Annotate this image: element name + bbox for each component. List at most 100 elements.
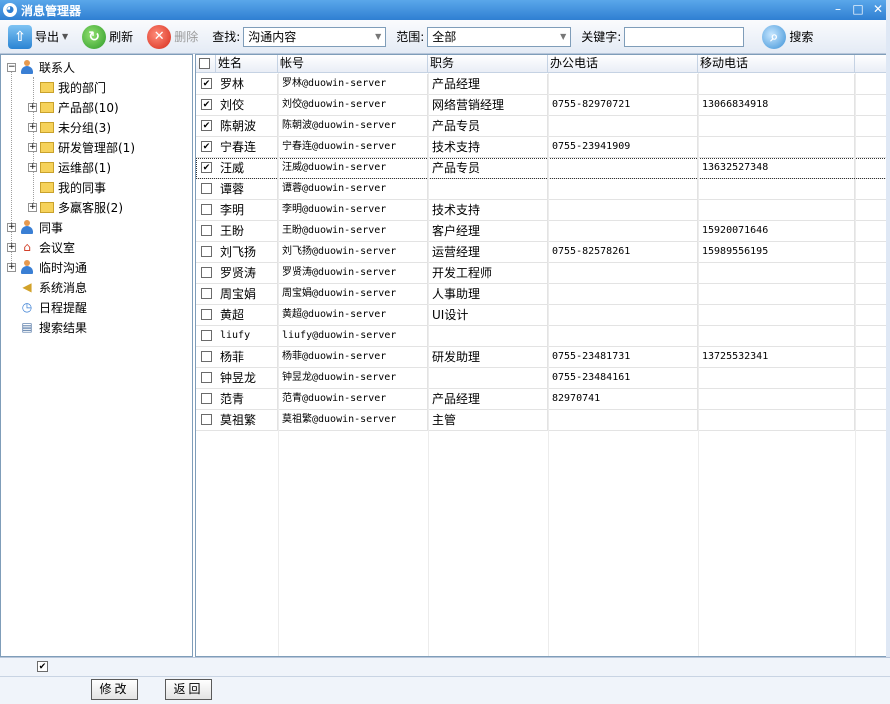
maximize-icon[interactable]: □	[852, 1, 864, 17]
chevron-down-icon[interactable]: ▼	[62, 32, 68, 41]
cell-office-phone	[548, 305, 698, 325]
folder-icon	[40, 121, 54, 133]
tree-node-temp-chat[interactable]: + 临时沟通	[7, 257, 87, 277]
table-row[interactable]: 钟昱龙 钟昱龙@duowin-server 0755-23484161	[196, 368, 889, 389]
expand-icon[interactable]: +	[28, 102, 37, 112]
expand-icon[interactable]: +	[7, 262, 16, 272]
cell-title: 开发工程师	[428, 263, 548, 283]
chevron-down-icon: ▼	[560, 32, 567, 41]
column-header-title[interactable]: 职务	[428, 55, 548, 73]
tree-node-my-colleagues[interactable]: 我的同事	[28, 177, 106, 197]
row-checkbox[interactable]	[201, 288, 212, 299]
cell-office-phone: 0755-82578261	[548, 242, 698, 262]
cell-account: 宁春连@duowin-server	[278, 137, 428, 157]
row-checkbox[interactable]	[201, 309, 212, 320]
tree-node-product-dept[interactable]: + 产品部(10)	[28, 97, 119, 117]
refresh-button[interactable]: ↻ 刷新	[78, 23, 137, 51]
tree-node-customer-service[interactable]: + 多羸客服(2)	[28, 197, 123, 217]
tree-node-search-results[interactable]: ▤ 搜索结果	[19, 317, 87, 337]
tree-node-schedule[interactable]: ◷ 日程提醒	[19, 297, 87, 317]
search-button[interactable]: ⌕ 搜索	[758, 23, 817, 51]
keyword-input[interactable]	[624, 26, 745, 47]
table-row[interactable]: 刘佼刘佼@duowin-server网络营销经理0755-82970721130…	[196, 95, 889, 116]
row-checkbox[interactable]	[201, 246, 212, 257]
row-checkbox[interactable]	[201, 330, 212, 341]
table-row[interactable]: 莫祖繁 莫祖繁@duowin-server 主管	[196, 410, 889, 431]
table-row[interactable]: 刘飞扬 刘飞扬@duowin-server 运营经理 0755-82578261 159…	[196, 242, 889, 263]
window-scrollbar[interactable]	[886, 0, 890, 704]
cell-office-phone: 0755-23941909	[548, 137, 698, 157]
close-icon[interactable]: ✕	[872, 1, 884, 17]
collapse-icon[interactable]: −	[7, 62, 16, 72]
table-row[interactable]: 罗林罗林@duowin-server产品经理	[196, 74, 889, 95]
delete-button[interactable]: ✕ 删除	[143, 23, 202, 51]
cell-account: 李明@duowin-server	[278, 200, 428, 220]
cell-mobile	[698, 389, 855, 409]
column-header-account[interactable]: 帐号	[278, 55, 428, 73]
table-row[interactable]: 谭蓉 谭蓉@duowin-server	[196, 179, 889, 200]
row-checkbox[interactable]	[201, 351, 212, 362]
scope-select[interactable]: 全部 ▼	[427, 26, 572, 47]
table-row[interactable]: 黄超 黄超@duowin-server UI设计	[196, 305, 889, 326]
export-button[interactable]: ⇧ 导出 ▼	[4, 23, 72, 51]
folder-icon	[40, 181, 54, 193]
expand-icon[interactable]: +	[28, 122, 37, 132]
tree-node-colleagues[interactable]: + 同事	[7, 217, 63, 237]
tree-node-rd-management[interactable]: + 研发管理部(1)	[28, 137, 135, 157]
tree-node-operations[interactable]: + 运维部(1)	[28, 157, 111, 177]
expand-icon[interactable]: +	[28, 162, 37, 172]
row-checkbox[interactable]	[201, 414, 212, 425]
folder-icon	[40, 141, 54, 153]
cell-name: 陈朝波	[216, 116, 278, 136]
cell-title	[428, 326, 548, 346]
row-checkbox[interactable]	[201, 141, 212, 152]
row-checkbox[interactable]	[201, 225, 212, 236]
tree-node-ungrouped[interactable]: + 未分组(3)	[28, 117, 111, 137]
expand-icon[interactable]: +	[28, 202, 37, 212]
select-all-checkbox[interactable]	[199, 58, 210, 69]
cell-account: 黄超@duowin-server	[278, 305, 428, 325]
cell-account: 刘佼@duowin-server	[278, 95, 428, 115]
row-checkbox[interactable]	[201, 78, 212, 89]
row-checkbox[interactable]	[201, 99, 212, 110]
expand-icon[interactable]: +	[7, 222, 16, 232]
table-row[interactable]: 罗贤涛 罗贤涛@duowin-server 开发工程师	[196, 263, 889, 284]
footer-checkbox[interactable]	[37, 661, 48, 672]
people-icon	[19, 219, 35, 235]
table-row[interactable]: 李明 李明@duowin-server 技术支持	[196, 200, 889, 221]
row-checkbox[interactable]	[201, 204, 212, 215]
row-checkbox[interactable]	[201, 393, 212, 404]
column-header-office-phone[interactable]: 办公电话	[548, 55, 698, 73]
table-row[interactable]: 杨菲 杨菲@duowin-server 研发助理 0755-23481731 13725…	[196, 347, 889, 368]
expand-icon[interactable]: +	[7, 242, 16, 252]
table-row[interactable]: 范青 范青@duowin-server 产品经理 82970741	[196, 389, 889, 410]
table-row[interactable]: liufy liufy@duowin-server	[196, 326, 889, 347]
tree-node-contacts[interactable]: − 联系人	[7, 57, 75, 77]
table-row[interactable]: 陈朝波陈朝波@duowin-server产品专员	[196, 116, 889, 137]
modify-button[interactable]: 修改	[91, 679, 138, 700]
table-row[interactable]: 周宝娟 周宝娟@duowin-server 人事助理	[196, 284, 889, 305]
table-row[interactable]: 汪威汪威@duowin-server产品专员 13632527348	[196, 158, 889, 179]
column-header-mobile[interactable]: 移动电话	[698, 55, 855, 73]
table-row[interactable]: 王盼 王盼@duowin-server 客户经理 15920071646	[196, 221, 889, 242]
scope-label: 范围:	[396, 30, 425, 44]
row-checkbox[interactable]	[201, 267, 212, 278]
tree-node-my-department[interactable]: 我的部门	[28, 77, 106, 97]
table-row[interactable]: 宁春连宁春连@duowin-server技术支持0755-23941909	[196, 137, 889, 158]
row-checkbox[interactable]	[201, 120, 212, 131]
cell-mobile: 15920071646	[698, 221, 855, 241]
back-button[interactable]: 返回	[165, 679, 212, 700]
folder-icon	[40, 201, 54, 213]
row-checkbox[interactable]	[201, 372, 212, 383]
title-bar: ◕ 消息管理器 – □ ✕	[0, 0, 890, 20]
expand-icon[interactable]: +	[28, 142, 37, 152]
find-select[interactable]: 沟通内容 ▼	[243, 26, 387, 47]
tree-node-meeting-room[interactable]: + ⌂ 会议室	[7, 237, 75, 257]
cell-name: 范青	[216, 389, 278, 409]
cell-title: 研发助理	[428, 347, 548, 367]
minimize-icon[interactable]: –	[832, 1, 844, 17]
row-checkbox[interactable]	[201, 162, 212, 173]
tree-node-system-msg[interactable]: ◀ 系统消息	[19, 277, 87, 297]
column-header-name[interactable]: 姓名	[216, 55, 278, 73]
row-checkbox[interactable]	[201, 183, 212, 194]
